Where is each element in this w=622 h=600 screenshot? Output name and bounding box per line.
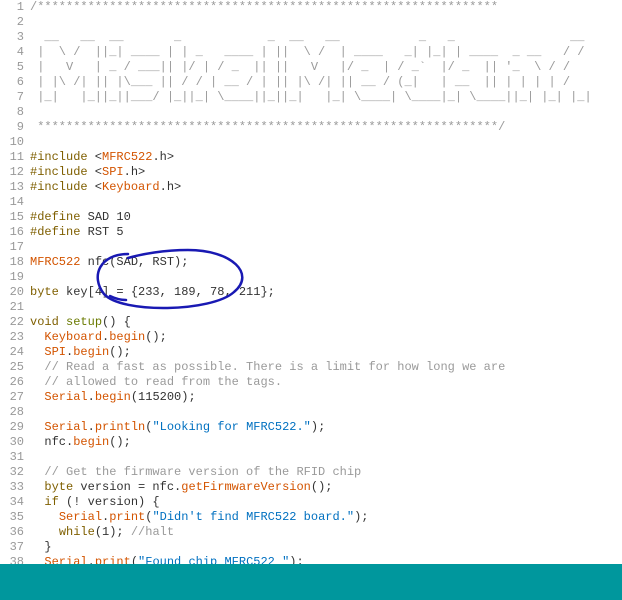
code-line: | |\ /| || |\___ || / / | __ / | || |\ /… [30, 75, 622, 90]
line-number: 33 [0, 480, 24, 495]
status-bar [0, 564, 622, 600]
code-line: | \ / ||_| ____ | | _ ____ | || \ / | __… [30, 45, 622, 60]
line-number: 5 [0, 60, 24, 75]
line-number: 31 [0, 450, 24, 465]
line-number: 8 [0, 105, 24, 120]
code-line: ****************************************… [30, 120, 622, 135]
code-line: byte key[4] = {233, 189, 78, 211}; [30, 285, 622, 300]
line-number: 15 [0, 210, 24, 225]
code-line [30, 270, 622, 285]
code-line: while(1); //halt [30, 525, 622, 540]
code-line: Serial.println("Looking for MFRC522."); [30, 420, 622, 435]
code-line [30, 405, 622, 420]
line-number: 26 [0, 375, 24, 390]
line-number: 11 [0, 150, 24, 165]
code-line: /***************************************… [30, 0, 622, 15]
code-line: #include <SPI.h> [30, 165, 622, 180]
line-number: 35 [0, 510, 24, 525]
line-number: 14 [0, 195, 24, 210]
line-number: 4 [0, 45, 24, 60]
code-line: #include <MFRC522.h> [30, 150, 622, 165]
line-number: 27 [0, 390, 24, 405]
code-line: byte version = nfc.getFirmwareVersion(); [30, 480, 622, 495]
line-number: 28 [0, 405, 24, 420]
code-line: SPI.begin(); [30, 345, 622, 360]
code-line: nfc.begin(); [30, 435, 622, 450]
line-number: 37 [0, 540, 24, 555]
line-number: 25 [0, 360, 24, 375]
code-line [30, 105, 622, 120]
code-line [30, 300, 622, 315]
code-line: Serial.begin(115200); [30, 390, 622, 405]
line-number: 23 [0, 330, 24, 345]
line-number: 16 [0, 225, 24, 240]
code-line [30, 135, 622, 150]
code-line: #define SAD 10 [30, 210, 622, 225]
code-line [30, 15, 622, 30]
code-line: if (! version) { [30, 495, 622, 510]
line-number: 20 [0, 285, 24, 300]
line-number: 17 [0, 240, 24, 255]
code-line: #include <Keyboard.h> [30, 180, 622, 195]
code-area: /***************************************… [30, 0, 622, 600]
line-number: 19 [0, 270, 24, 285]
line-number: 21 [0, 300, 24, 315]
code-line: #define RST 5 [30, 225, 622, 240]
code-line: __ __ __ _ _ __ __ _ _ __ [30, 30, 622, 45]
code-line: // Read a fast as possible. There is a l… [30, 360, 622, 375]
code-line: } [30, 540, 622, 555]
code-line: void setup() { [30, 315, 622, 330]
code-line: | V | _ / ___|| |/ | / _ || || V |/ _ | … [30, 60, 622, 75]
code-line: MFRC522 nfc(SAD, RST); [30, 255, 622, 270]
code-line: // allowed to read from the tags. [30, 375, 622, 390]
line-number: 12 [0, 165, 24, 180]
line-number: 6 [0, 75, 24, 90]
code-line [30, 195, 622, 210]
code-line: // Get the firmware version of the RFID … [30, 465, 622, 480]
line-number: 30 [0, 435, 24, 450]
line-number: 10 [0, 135, 24, 150]
line-number: 29 [0, 420, 24, 435]
line-number: 3 [0, 30, 24, 45]
line-number: 36 [0, 525, 24, 540]
code-line: Serial.print("Didn't find MFRC522 board.… [30, 510, 622, 525]
code-line [30, 240, 622, 255]
code-editor: 1234567891011121314151617181920212223242… [0, 0, 622, 600]
line-number: 9 [0, 120, 24, 135]
line-number: 32 [0, 465, 24, 480]
line-number: 7 [0, 90, 24, 105]
line-number: 18 [0, 255, 24, 270]
line-number: 1 [0, 0, 24, 15]
code-line: Keyboard.begin(); [30, 330, 622, 345]
code-line: |_| |_||_||___/ |_||_| \____||_||_| |_| … [30, 90, 622, 105]
line-number: 24 [0, 345, 24, 360]
line-number: 34 [0, 495, 24, 510]
line-number: 2 [0, 15, 24, 30]
code-line [30, 450, 622, 465]
line-number: 13 [0, 180, 24, 195]
line-number: 22 [0, 315, 24, 330]
line-number-gutter: 1234567891011121314151617181920212223242… [0, 0, 28, 600]
